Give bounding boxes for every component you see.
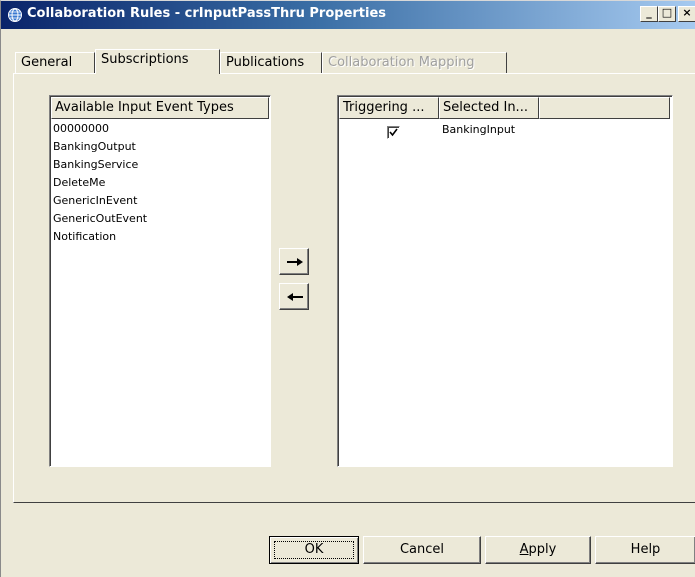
arrow-right-icon <box>287 258 303 266</box>
close-button[interactable]: × <box>678 6 695 22</box>
column-header-filler <box>539 97 670 119</box>
apply-mnemonic: A <box>519 542 529 557</box>
selected-input-name: BankingInput <box>442 123 516 136</box>
available-event-types-list[interactable]: Available Input Event Types 00000000 Ban… <box>49 95 271 467</box>
title-bar[interactable]: Collaboration Rules - crInputPassThru Pr… <box>1 1 695 29</box>
minimize-icon: _ <box>646 6 652 19</box>
list-item[interactable]: Notification <box>53 229 116 245</box>
close-icon: × <box>682 6 692 19</box>
help-label: Help <box>630 542 661 557</box>
window-title: Collaboration Rules - crInputPassThru Pr… <box>27 6 387 21</box>
maximize-button[interactable]: □ <box>658 6 676 22</box>
maximize-icon: □ <box>661 6 673 19</box>
ok-button[interactable]: OK <box>269 536 359 564</box>
list-item[interactable]: BankingService <box>53 157 138 173</box>
tab-collaboration-mapping: Collaboration Mapping <box>322 52 507 73</box>
list-item[interactable]: DeleteMe <box>53 175 105 191</box>
minimize-button[interactable]: _ <box>640 6 658 22</box>
cancel-button[interactable]: Cancel <box>363 536 481 564</box>
triggering-checkbox[interactable] <box>387 126 400 139</box>
add-subscription-button[interactable] <box>279 248 309 275</box>
selected-event-types-table[interactable]: Triggering ... Selected In... BankingInp… <box>337 95 673 467</box>
globe-icon <box>7 7 23 23</box>
tab-general[interactable]: General <box>15 52 95 73</box>
cancel-label: Cancel <box>399 542 445 557</box>
help-button[interactable]: Help <box>595 536 695 564</box>
list-item[interactable]: GenericOutEvent <box>53 211 147 227</box>
tab-subscriptions[interactable]: Subscriptions <box>95 49 220 74</box>
remove-subscription-button[interactable] <box>279 283 309 310</box>
dialog-button-bar: OK Cancel Apply Help <box>1 536 695 566</box>
list-item[interactable]: GenericInEvent <box>53 193 137 209</box>
column-header-triggering[interactable]: Triggering ... <box>339 97 439 119</box>
list-item[interactable]: 00000000 <box>53 121 109 137</box>
list-item[interactable]: BankingOutput <box>53 139 136 155</box>
column-header-selected-input[interactable]: Selected In... <box>439 97 539 119</box>
ok-label: OK <box>304 542 324 557</box>
checkmark-icon <box>389 128 398 137</box>
properties-dialog: Collaboration Rules - crInputPassThru Pr… <box>0 0 695 577</box>
apply-label-rest: pply <box>528 542 557 557</box>
tab-publications[interactable]: Publications <box>220 52 322 73</box>
table-row[interactable]: BankingInput <box>339 121 671 139</box>
arrow-left-icon <box>287 293 303 301</box>
apply-label: Apply <box>520 542 557 557</box>
apply-button[interactable]: Apply <box>485 536 591 564</box>
available-list-header[interactable]: Available Input Event Types <box>51 97 269 119</box>
